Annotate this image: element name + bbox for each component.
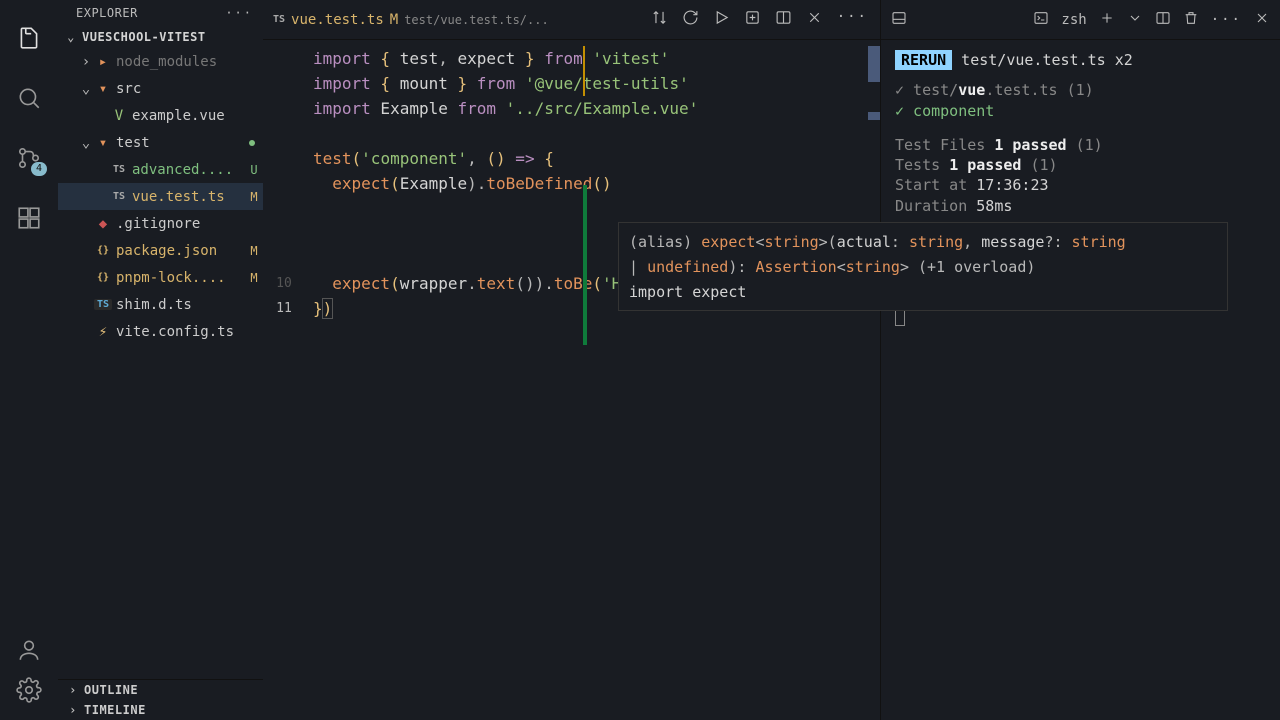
tree-test[interactable]: ⌄▾test (58, 129, 263, 156)
split-icon[interactable] (775, 9, 792, 30)
add-icon[interactable] (744, 9, 761, 30)
settings-icon[interactable] (13, 674, 45, 706)
code-editor[interactable]: import { test, expect } from 'vitest' im… (263, 40, 880, 720)
main-editor: TS vue.test.ts M test/vue.test.ts/... ··… (263, 0, 880, 720)
activity-bar: 4 (0, 0, 58, 720)
more-icon[interactable]: ··· (837, 9, 868, 30)
tab-trail: test/vue.test.ts/... (404, 13, 549, 27)
extensions-icon[interactable] (13, 202, 45, 234)
editor-actions: ··· (651, 9, 880, 30)
ts-file-icon: TS (273, 14, 285, 25)
tree-example-vue[interactable]: Vexample.vue (58, 102, 263, 129)
tree-pnpm-lock[interactable]: {}pnpm-lock....M (58, 264, 263, 291)
scm-badge: 4 (31, 162, 47, 176)
run-refresh-icon[interactable] (682, 9, 699, 30)
project-header[interactable]: ⌄ VUESCHOOL-VITEST (58, 26, 263, 48)
terminal-trash-icon[interactable] (1183, 10, 1199, 30)
terminal-add-icon[interactable] (1099, 10, 1115, 30)
scrollbar[interactable] (868, 40, 880, 720)
timeline-pane[interactable]: ›TIMELINE (58, 700, 263, 720)
rerun-badge: RERUN (895, 50, 952, 70)
tree-vite-config[interactable]: ⚡vite.config.ts (58, 318, 263, 345)
terminal-close-icon[interactable] (1254, 10, 1270, 30)
tree-vue-test[interactable]: TSvue.test.tsM (58, 183, 263, 210)
panel-toggle-icon[interactable] (891, 10, 907, 30)
outline-pane[interactable]: ›OUTLINE (58, 680, 263, 700)
explorer-more-icon[interactable]: ··· (225, 6, 253, 20)
terminal-header: zsh ··· (881, 0, 1280, 40)
source-control-icon[interactable]: 4 (13, 142, 45, 174)
account-icon[interactable] (13, 634, 45, 666)
tree-node-modules[interactable]: ›▸node_modules (58, 48, 263, 75)
terminal-shell-icon[interactable] (1033, 10, 1049, 30)
terminal-shell-label: zsh (1061, 12, 1086, 28)
tree-package-json[interactable]: {}package.jsonM (58, 237, 263, 264)
sidebar: EXPLORER ··· ⌄ VUESCHOOL-VITEST ›▸node_m… (58, 0, 263, 720)
project-name: VUESCHOOL-VITEST (82, 30, 206, 44)
terminal-split-icon[interactable] (1155, 10, 1171, 30)
play-icon[interactable] (713, 9, 730, 30)
tree-shim[interactable]: TSshim.d.ts (58, 291, 263, 318)
search-icon[interactable] (13, 82, 45, 114)
tree-advanced[interactable]: TSadvanced....U (58, 156, 263, 183)
explorer-title: EXPLORER (76, 6, 138, 20)
tab-filename: vue.test.ts (291, 12, 384, 28)
terminal-panel: zsh ··· RERUN test/vue.test.ts x2 ✓ test… (880, 0, 1280, 720)
tree-gitignore[interactable]: ◆.gitignore (58, 210, 263, 237)
explorer-icon[interactable] (13, 22, 45, 54)
tree-src[interactable]: ⌄▾src (58, 75, 263, 102)
compare-icon[interactable] (651, 9, 668, 30)
tab-status: M (390, 12, 398, 28)
tab-bar: TS vue.test.ts M test/vue.test.ts/... ··… (263, 0, 880, 40)
file-tree: ›▸node_modules ⌄▾src Vexample.vue ⌄▾test… (58, 48, 263, 679)
terminal-dropdown-icon[interactable] (1127, 10, 1143, 30)
terminal-output[interactable]: RERUN test/vue.test.ts x2 ✓ test/vue.tes… (881, 40, 1280, 720)
hover-tooltip: (alias) expect<string>(actual: string, m… (618, 222, 1228, 311)
tab-vue-test[interactable]: TS vue.test.ts M test/vue.test.ts/... (263, 0, 559, 39)
terminal-more-icon[interactable]: ··· (1211, 12, 1242, 28)
close-tab-icon[interactable] (806, 9, 823, 30)
